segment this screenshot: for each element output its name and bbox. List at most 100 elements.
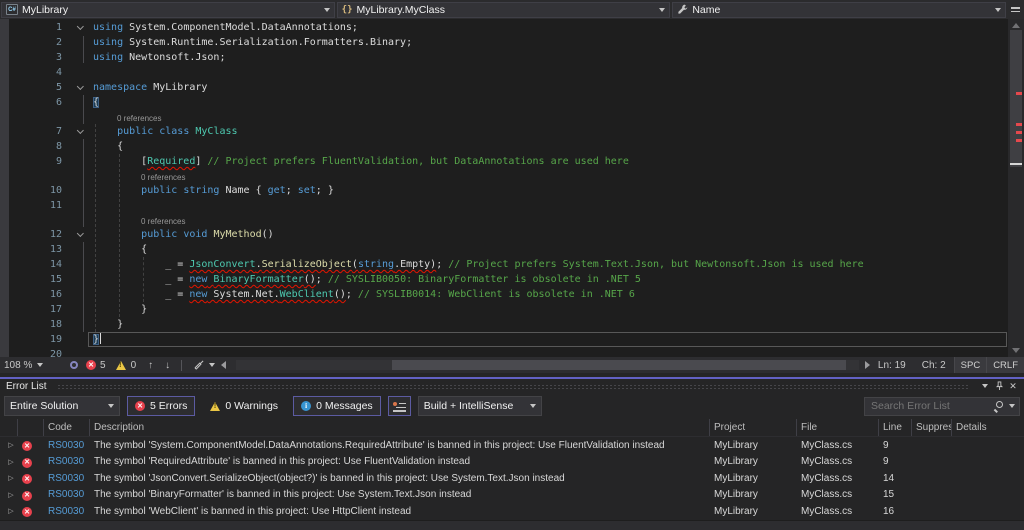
split-window-icon[interactable] — [1008, 2, 1023, 18]
code-line[interactable]: 8 { — [0, 139, 1024, 154]
error-indicator-icon[interactable]: ✕ — [86, 360, 96, 370]
code-line[interactable]: 3using Newtonsoft.Json; — [0, 50, 1024, 65]
next-issue-arrow-icon[interactable]: ↓ — [165, 360, 170, 371]
editor-horizontal-scrollbar[interactable] — [236, 360, 859, 370]
code-line[interactable]: 7 public class MyClass — [0, 124, 1024, 139]
pin-icon[interactable] — [992, 381, 1006, 391]
search-input[interactable] — [871, 400, 989, 412]
header-project[interactable]: Project — [710, 419, 797, 436]
fold-margin[interactable] — [62, 124, 93, 139]
code-line[interactable]: 19} — [0, 332, 1024, 347]
warnings-filter-button[interactable]: 0 Warnings — [202, 396, 286, 416]
code-line[interactable]: 20 — [0, 347, 1024, 357]
code-text: public string Name { get; set; } — [93, 183, 1024, 198]
row-expander-icon[interactable]: ▷ — [0, 491, 18, 499]
editor-vertical-scrollbar[interactable] — [1008, 19, 1024, 357]
header-suppression[interactable]: Suppres — [912, 419, 952, 436]
error-row[interactable]: ▷✕RS0030The symbol 'System.ComponentMode… — [0, 437, 1024, 454]
error-row[interactable]: ▷✕RS0030The symbol 'WebClient' is banned… — [0, 503, 1024, 520]
code-line[interactable]: 1using System.ComponentModel.DataAnnotat… — [0, 20, 1024, 35]
document-health-icon[interactable] — [70, 361, 78, 369]
error-mark[interactable] — [1016, 139, 1022, 142]
error-row[interactable]: ▷✕RS0030The symbol 'RequiredAttribute' i… — [0, 454, 1024, 471]
code-line[interactable]: 4 — [0, 65, 1024, 80]
code-line[interactable]: 11 — [0, 198, 1024, 213]
error-row[interactable]: ▷✕RS0030The symbol 'JsonConvert.Serializ… — [0, 470, 1024, 487]
code-line[interactable]: 15 _ = new BinaryFormatter(); // SYSLIB0… — [0, 272, 1024, 287]
header-line[interactable]: Line — [879, 419, 912, 436]
error-list-title-bar[interactable]: Error List ✕ — [0, 379, 1024, 393]
member-dropdown[interactable]: Name — [672, 2, 1006, 18]
error-mark[interactable] — [1016, 92, 1022, 95]
zoom-selector[interactable]: 108 % — [4, 360, 64, 371]
source-dropdown[interactable]: Build + IntelliSense — [418, 396, 542, 416]
fold-margin — [62, 183, 93, 198]
filter-button[interactable] — [388, 396, 411, 416]
close-icon[interactable]: ✕ — [1006, 381, 1020, 392]
scroll-up-arrow-icon[interactable] — [1012, 23, 1020, 28]
window-position-menu-icon[interactable] — [978, 384, 992, 388]
code-line[interactable]: 16 _ = new System.Net.WebClient(); // SY… — [0, 287, 1024, 302]
code-line[interactable]: 13 { — [0, 242, 1024, 257]
row-expander-icon[interactable]: ▷ — [0, 507, 18, 515]
code-line[interactable]: 10 public string Name { get; set; } — [0, 183, 1024, 198]
fold-chevron-icon[interactable] — [77, 230, 84, 237]
scrollbar-thumb[interactable] — [1010, 30, 1022, 167]
code-line[interactable]: 14 _ = JsonConvert.SerializeObject(strin… — [0, 257, 1024, 272]
scroll-down-arrow-icon[interactable] — [1012, 348, 1020, 353]
row-expander-icon[interactable]: ▷ — [0, 458, 18, 466]
fold-chevron-icon[interactable] — [77, 23, 84, 30]
code-line[interactable]: 18 } — [0, 317, 1024, 332]
statusbar-warning-count[interactable]: 0 — [131, 360, 137, 371]
code-line[interactable]: 2using System.Runtime.Serialization.Form… — [0, 35, 1024, 50]
search-icon[interactable] — [994, 401, 1004, 411]
header-expander-column[interactable] — [0, 419, 18, 436]
code-cleanup-button[interactable] — [193, 359, 215, 371]
error-row[interactable]: ▷✕RS0030The symbol 'BinaryFormatter' is … — [0, 487, 1024, 504]
header-code[interactable]: Code — [44, 419, 90, 436]
header-severity-column[interactable] — [18, 419, 44, 436]
warning-indicator-icon[interactable] — [116, 361, 126, 370]
fold-chevron-icon[interactable] — [77, 127, 84, 134]
code-line[interactable]: 6{ — [0, 95, 1024, 110]
scroll-right-arrow-icon[interactable] — [865, 361, 870, 369]
line-ending-toggle[interactable]: CRLF — [986, 357, 1024, 373]
fold-chevron-icon[interactable] — [77, 83, 84, 90]
header-description[interactable]: Description — [90, 419, 710, 436]
errors-filter-button[interactable]: ✕ 5 Errors — [127, 396, 195, 416]
header-details[interactable]: Details — [952, 419, 1024, 436]
messages-filter-button[interactable]: i 0 Messages — [293, 396, 381, 416]
previous-issue-arrow-icon[interactable]: ↑ — [148, 360, 153, 371]
search-box[interactable] — [864, 397, 1020, 416]
type-dropdown[interactable]: {} MyLibrary.MyClass — [337, 2, 671, 18]
error-icon: ✕ — [22, 507, 32, 517]
code-line[interactable]: 12 public void MyMethod() — [0, 227, 1024, 242]
code-line[interactable]: 5namespace MyLibrary — [0, 80, 1024, 95]
space-mode-toggle[interactable]: SPC — [954, 357, 987, 373]
fold-margin[interactable] — [62, 20, 93, 35]
error-code-cell[interactable]: RS0030 — [44, 456, 90, 467]
statusbar-error-count[interactable]: 5 — [100, 360, 106, 371]
error-mark[interactable] — [1016, 123, 1022, 126]
codelens-row: 0 references — [0, 213, 1024, 227]
error-project-cell: MyLibrary — [710, 473, 797, 484]
chevron-down-icon[interactable] — [1009, 404, 1015, 408]
fold-margin[interactable] — [62, 80, 93, 95]
code-editor[interactable]: 1using System.ComponentModel.DataAnnotat… — [0, 19, 1024, 357]
error-code-cell[interactable]: RS0030 — [44, 506, 90, 517]
errorlist-hscrollbar[interactable] — [0, 520, 1024, 530]
error-mark[interactable] — [1016, 131, 1022, 134]
code-line[interactable]: 9 [Required] // Project prefers FluentVa… — [0, 154, 1024, 169]
scrollbar-thumb[interactable] — [392, 360, 847, 370]
row-expander-icon[interactable]: ▷ — [0, 474, 18, 482]
code-line[interactable]: 17 } — [0, 302, 1024, 317]
scroll-left-arrow-icon[interactable] — [221, 361, 226, 369]
error-code-cell[interactable]: RS0030 — [44, 489, 90, 500]
error-code-cell[interactable]: RS0030 — [44, 440, 90, 451]
header-file[interactable]: File — [797, 419, 879, 436]
fold-margin[interactable] — [62, 227, 93, 242]
row-expander-icon[interactable]: ▷ — [0, 441, 18, 449]
project-dropdown[interactable]: C# MyLibrary — [1, 2, 335, 18]
error-code-cell[interactable]: RS0030 — [44, 473, 90, 484]
scope-dropdown[interactable]: Entire Solution — [4, 396, 120, 416]
